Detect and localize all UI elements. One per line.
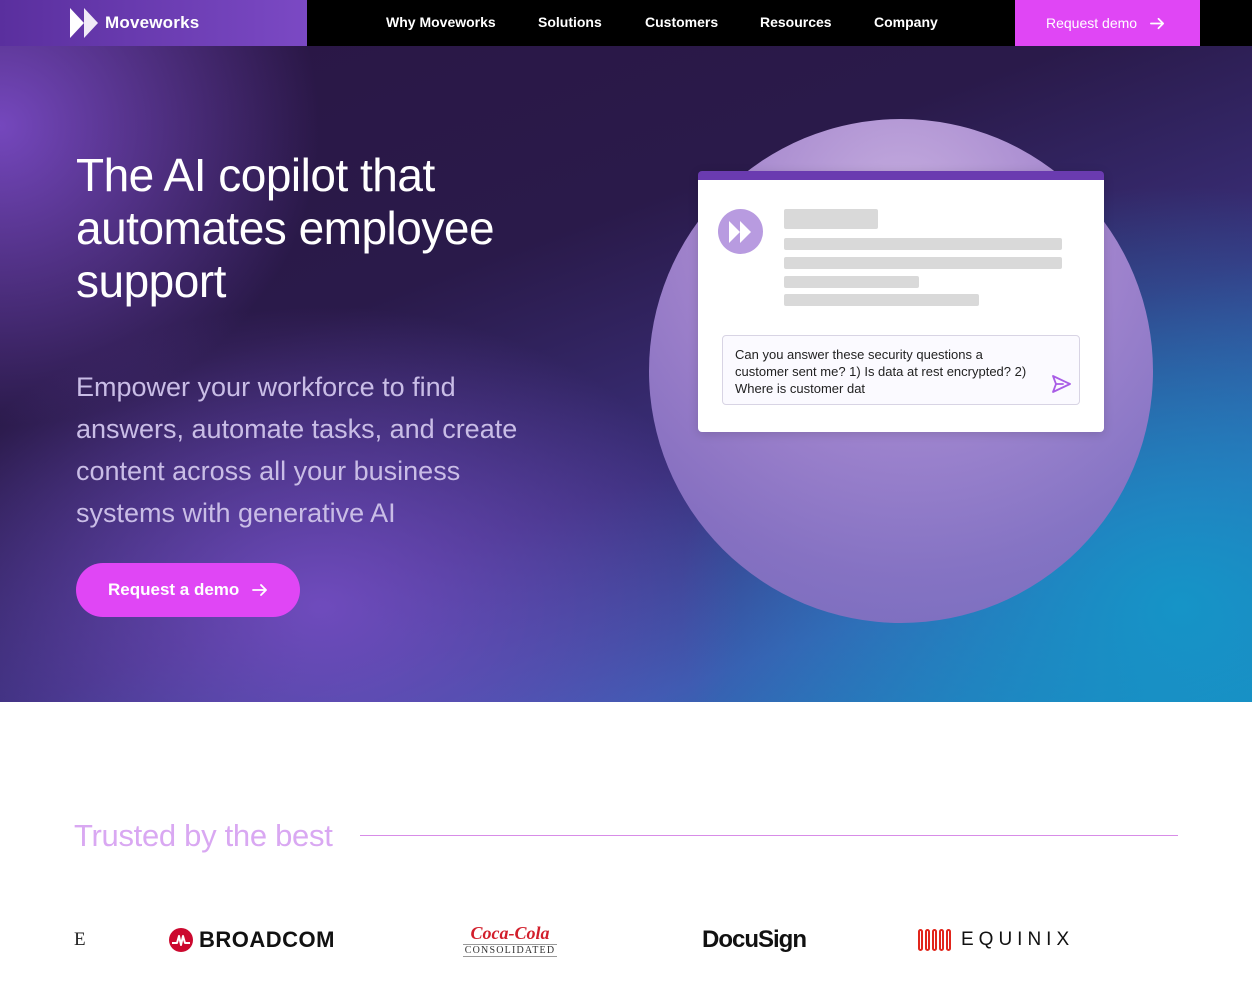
request-a-demo-label: Request a demo [108,580,240,599]
equinix-wordmark: EQUINIX [961,929,1075,950]
chat-message-input[interactable]: Can you answer these security questions … [722,335,1080,405]
broadcom-mark-icon [169,928,193,952]
message-skeleton-line [784,238,1062,250]
divider-line [360,835,1178,836]
nav-link-customers[interactable]: Customers [645,14,718,30]
message-skeleton-title [784,209,878,229]
chat-preview-card: Can you answer these security questions … [698,171,1104,432]
arrow-right-icon [252,584,268,596]
brand-area[interactable]: Moveworks [0,0,307,46]
top-navigation: Moveworks Why Moveworks Solutions Custom… [0,0,1252,46]
broadcom-logo: BROADCOM [169,905,335,975]
bot-avatar [718,209,763,254]
hero-subtitle: Empower your workforce to find answers, … [76,372,518,528]
hero-section: The AI copilot that automates employee s… [0,46,1252,702]
equinix-logo: EQUINIX [918,905,1074,975]
coca-cola-consolidated-logo: Coca-Cola CONSOLIDATED [460,905,560,975]
docusign-logo: DocuSign [702,926,807,953]
hero-title: The AI copilot that automates employee s… [76,149,495,307]
request-demo-button[interactable]: Request demo [1015,0,1200,46]
moveworks-logo-icon [70,8,98,38]
partial-customer-logo: E [74,929,86,950]
chat-input-text: Can you answer these security questions … [735,347,1027,396]
trusted-heading: Trusted by the best [74,818,333,853]
request-demo-label: Request demo [1046,15,1138,31]
message-skeleton-line [784,257,1062,269]
consolidated-wordmark: CONSOLIDATED [462,943,558,957]
request-a-demo-button[interactable]: Request a demo [76,563,300,617]
brand-name: Moveworks [105,13,200,32]
nav-link-resources[interactable]: Resources [760,14,832,30]
nav-link-company[interactable]: Company [874,14,938,30]
message-skeleton-line [784,294,979,306]
equinix-mark-icon [918,929,951,951]
nav-link-why-moveworks[interactable]: Why Moveworks [386,14,496,30]
send-icon[interactable] [1050,373,1072,395]
coca-cola-wordmark: Coca-Cola [470,922,550,943]
message-skeleton-line [784,276,919,288]
moveworks-logo-icon [729,221,751,243]
broadcom-wordmark: BROADCOM [199,927,335,952]
arrow-right-icon [1150,17,1165,29]
nav-link-solutions[interactable]: Solutions [538,14,602,30]
